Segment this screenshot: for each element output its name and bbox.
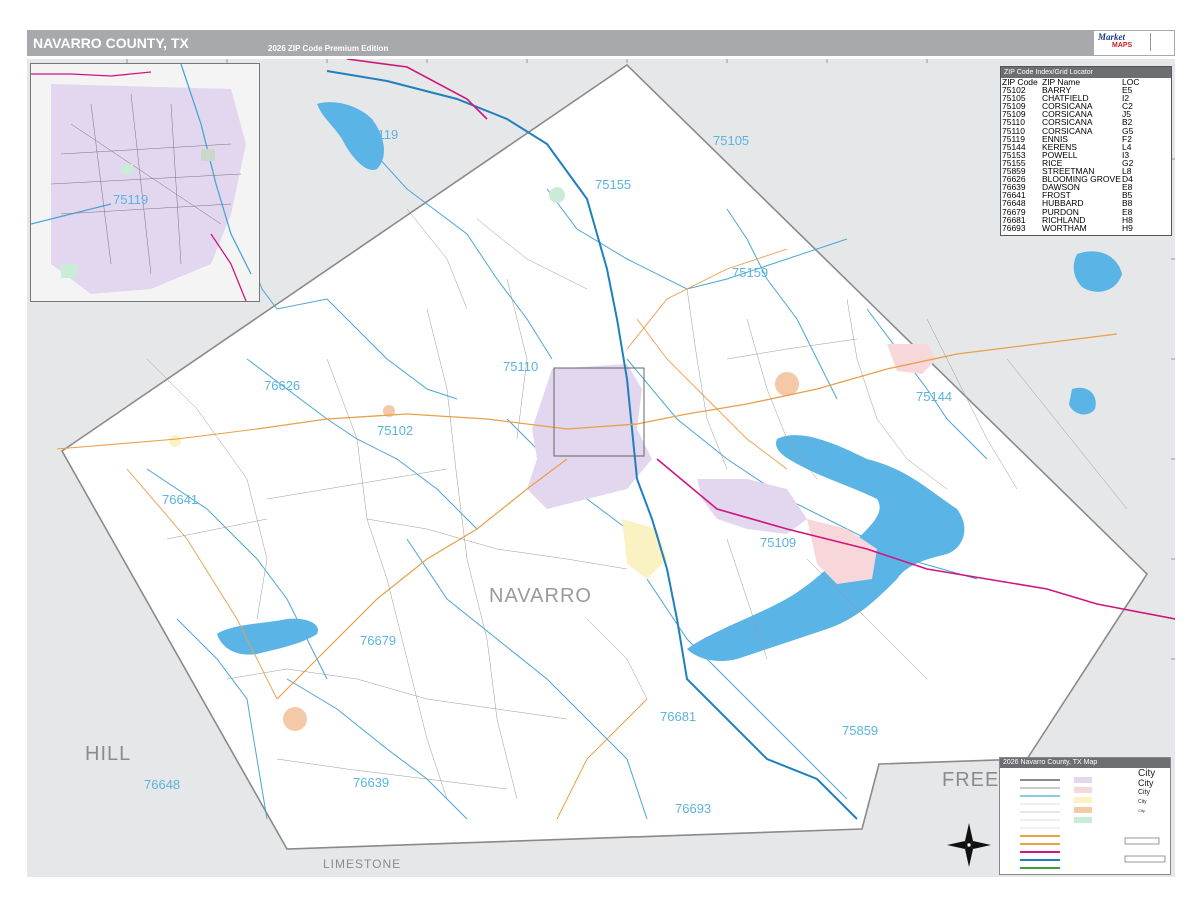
map-title: NAVARRO COUNTY, TX — [33, 35, 189, 51]
edition-label: 2026 ZIP Code Premium Edition — [268, 44, 389, 53]
table-row: 76679 PURDON E8 — [1002, 206, 1133, 217]
zip-index-table: ZIP Code Index/Grid Locator ZIP Code ZIP… — [1000, 66, 1172, 236]
zip-label: 76648 — [144, 777, 181, 792]
zip-label: 75119 — [363, 127, 399, 142]
zip-index-header: ZIP Code ZIP Name LOC — [1001, 78, 1171, 87]
table-row: 75144 KERENS L4 — [1002, 141, 1132, 152]
zip-label: 75159 — [732, 265, 769, 280]
county-label-navarro: NAVARRO — [489, 585, 592, 607]
zip-label: 76639 — [353, 775, 390, 790]
zip-label: 76679 — [360, 633, 397, 648]
inset-canvas — [31, 64, 252, 301]
county-label-hill: HILL — [85, 743, 132, 765]
legend-city-sample: City — [1138, 778, 1154, 788]
county-label-limestone: LIMESTONE — [323, 857, 402, 871]
zip-label: 76693 — [675, 801, 712, 816]
table-row: 76693 WORTHAM H9 — [1002, 222, 1133, 233]
table-row: 75153 POWELL I3 — [1002, 149, 1130, 160]
legend-title: 2026 Navarro County, TX Map — [1000, 758, 1170, 768]
title-bar: NAVARRO COUNTY, TX — [27, 30, 1175, 56]
brand-logo: Market MAPS — [1094, 31, 1174, 55]
zip-label: 76681 — [660, 709, 697, 724]
legend-city-sample: City — [1138, 808, 1145, 813]
inset-map[interactable]: 75119 — [30, 63, 260, 302]
zip-label: 75105 — [713, 133, 750, 148]
zip-label: 75155 — [595, 177, 632, 192]
brand-line1: Market — [1098, 32, 1125, 42]
zip-label: 76626 — [264, 378, 301, 393]
zip-label: 75144 — [916, 389, 953, 404]
table-row: 76639 DAWSON E8 — [1002, 182, 1133, 193]
zip-label: 75859 — [842, 723, 879, 738]
zip-label: 75109 — [760, 535, 797, 550]
inset-zip-label: 75119 — [113, 192, 149, 207]
zip-label: 76641 — [162, 492, 199, 507]
brand-line2: MAPS — [1112, 42, 1133, 49]
legend-city-sample: City — [1138, 789, 1151, 796]
compass-rose — [947, 823, 991, 867]
map-legend: 2026 Navarro County, TX Map City City Ci… — [999, 757, 1171, 875]
table-row: 75119 ENNIS F2 — [1002, 133, 1132, 144]
table-row: 76626 BLOOMING GROVE D4 — [1002, 174, 1133, 185]
table-row: 76648 HUBBARD B8 — [1002, 198, 1133, 209]
brand-fineprint — [1150, 33, 1171, 51]
table-row: 76641 FROST B5 — [1002, 190, 1133, 201]
legend-city-sample: City — [1138, 799, 1147, 805]
zip-label: 75102 — [377, 423, 414, 438]
zip-label: 75110 — [503, 359, 539, 374]
table-row: 75110 CORSICANA G5 — [1002, 125, 1134, 136]
map-frame[interactable]: 75119 75119 75105 75155 75159 75110 7662… — [27, 59, 1175, 877]
